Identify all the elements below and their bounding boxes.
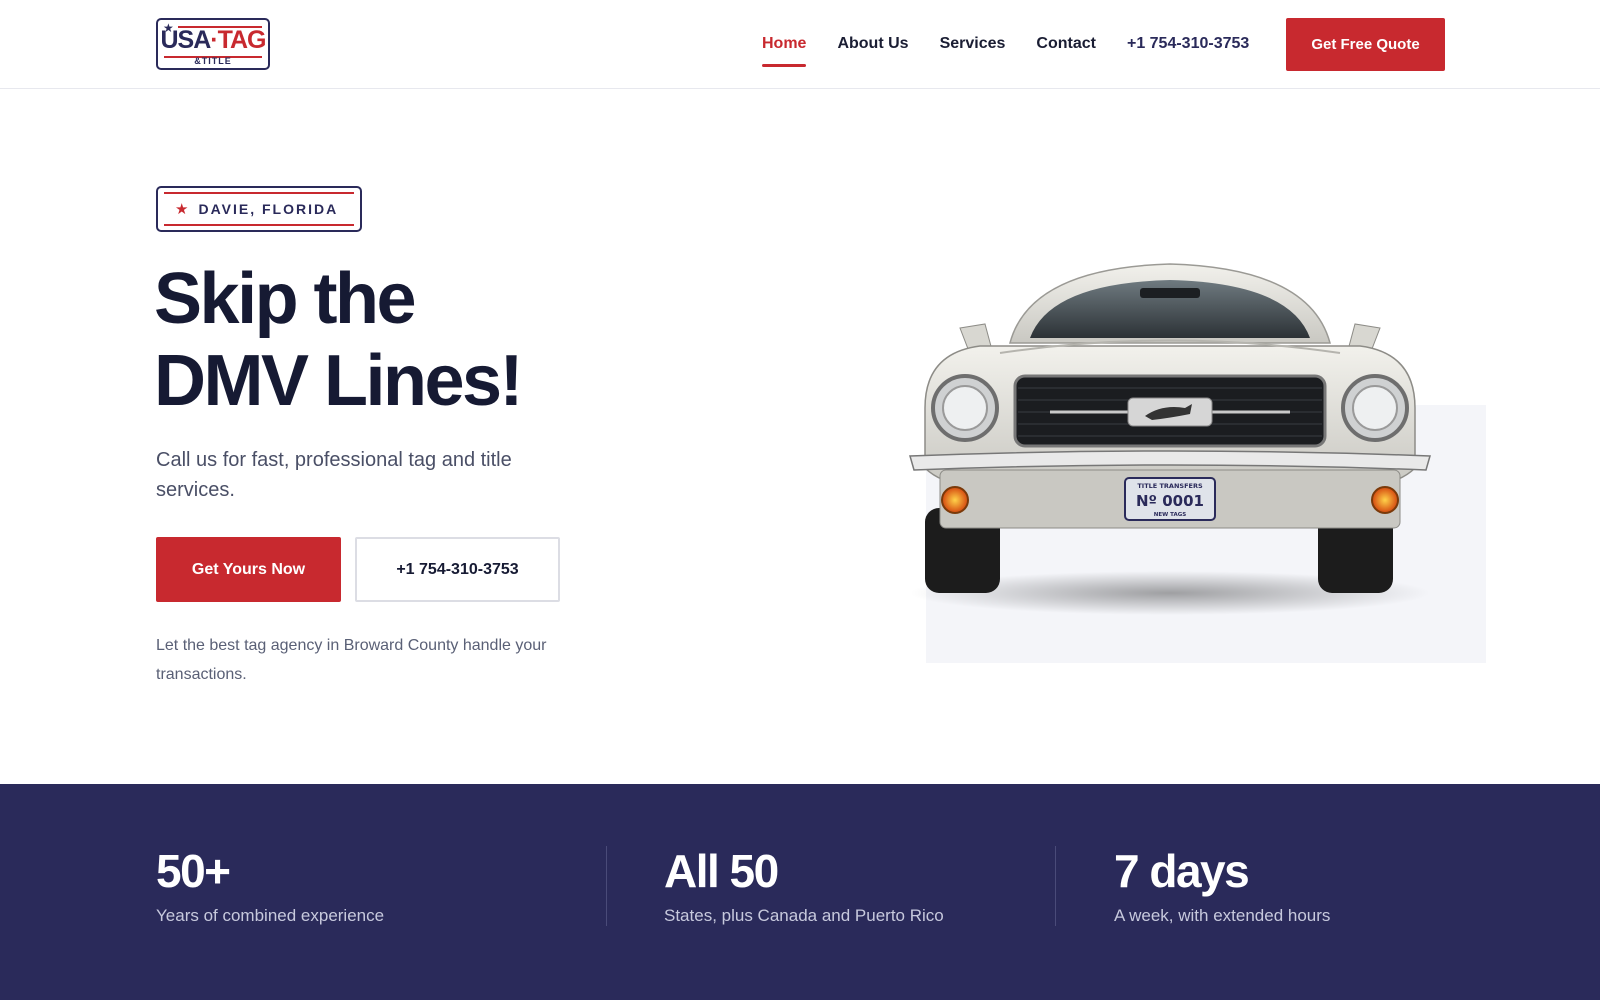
logo-usa-text: USA [160, 26, 211, 54]
hero-title-line-2: DMV Lines! [154, 341, 524, 421]
call-phone-button[interactable]: +1 754-310-3753 [355, 537, 560, 602]
hero-note: Let the best tag agency in Broward Count… [156, 637, 547, 683]
stat-divider [606, 846, 607, 926]
header-phone-link[interactable]: +1 754-310-3753 [1127, 32, 1249, 56]
stat-label: States, plus Canada and Puerto Rico [664, 906, 944, 925]
stat-divider [1055, 846, 1056, 926]
stat-days: 7 days A week, with extended hours [1114, 844, 1330, 926]
car-image: TITLE TRANSFERS Nº 0001 NEW TAGS [909, 263, 1431, 615]
plate-number-text: Nº 0001 [1136, 492, 1204, 510]
logo-tag-text: ·TAG [210, 26, 266, 54]
site-header: ★ USA·TAG &TITLE Home About Us Services … [0, 0, 1600, 89]
nav-item-home[interactable]: Home [762, 32, 807, 67]
stat-label: A week, with extended hours [1114, 906, 1331, 925]
stat-label: Years of combined experience [156, 906, 385, 925]
stat-value: 50+ [156, 845, 231, 897]
nav-item-contact[interactable]: Contact [1036, 32, 1096, 56]
plate-bottom-text: NEW TAGS [1154, 512, 1186, 518]
stat-value: 7 days [1114, 845, 1250, 897]
hero-title: Skip the DMV Lines! [154, 258, 674, 422]
badge-stripe [164, 192, 354, 194]
main-nav: Home About Us Services Contact +1 754-31… [762, 32, 1266, 67]
badge-stripe [164, 224, 354, 226]
stats-banner: 50+ Years of combined experience All 50 … [0, 784, 1600, 1000]
plate-top-text: TITLE TRANSFERS [1137, 482, 1203, 490]
location-badge: ★ DAVIE, FLORIDA [156, 186, 362, 232]
star-icon: ★ [175, 200, 189, 218]
get-free-quote-button[interactable]: Get Free Quote [1286, 18, 1445, 71]
stat-states: All 50 States, plus Canada and Puerto Ri… [664, 844, 944, 926]
stat-experience: 50+ Years of combined experience [156, 844, 384, 926]
logo-subtitle: &TITLE [194, 56, 232, 66]
get-yours-now-button[interactable]: Get Yours Now [156, 537, 341, 602]
stat-value: All 50 [664, 845, 779, 897]
badge-text: DAVIE, FLORIDA [198, 201, 339, 217]
nav-item-about-us[interactable]: About Us [837, 32, 908, 56]
logo[interactable]: ★ USA·TAG &TITLE [156, 18, 270, 70]
logo-wordmark: USA·TAG [158, 25, 268, 55]
hero-title-line-1: Skip the [154, 259, 417, 339]
nav-item-services[interactable]: Services [940, 32, 1006, 56]
hero-subtitle: Call us for fast, professional tag and t… [156, 449, 512, 501]
